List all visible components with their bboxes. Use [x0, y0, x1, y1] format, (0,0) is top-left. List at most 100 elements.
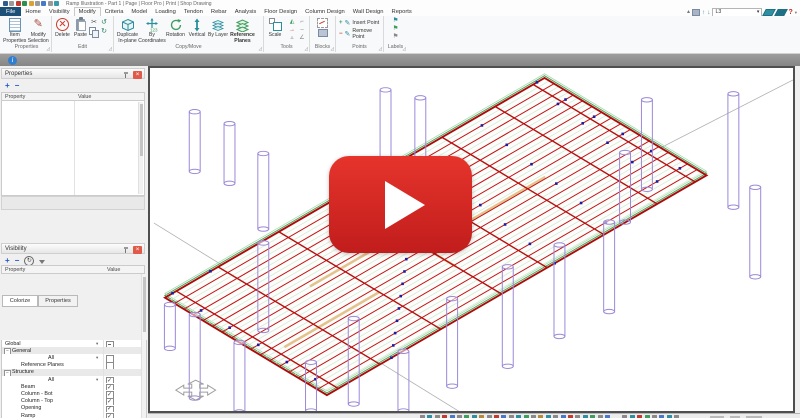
- add-property-button[interactable]: +: [5, 81, 10, 90]
- undo-icon[interactable]: ↺: [101, 18, 107, 26]
- quick-access-icon[interactable]: [22, 1, 27, 6]
- row-label: General: [12, 348, 31, 354]
- visibility-row-ramp[interactable]: Ramp: [2, 412, 144, 418]
- mirror-icon[interactable]: ◭: [288, 18, 296, 26]
- dialog-launcher-icon[interactable]: ◿: [259, 46, 262, 51]
- redo-icon[interactable]: ↻: [101, 27, 107, 35]
- insert-point-button[interactable]: + ✎ Insert Point: [339, 17, 379, 28]
- reference-planes-icon: [235, 17, 250, 32]
- label-tag-icon[interactable]: ⚑: [393, 25, 399, 33]
- quick-access-icon[interactable]: [41, 1, 46, 6]
- label-tag-icon[interactable]: ⚑: [393, 33, 399, 41]
- tab-tendon[interactable]: Tendon: [180, 7, 207, 16]
- properties-panel-header[interactable]: Properties ×: [1, 68, 145, 79]
- properties-footer: [1, 196, 145, 210]
- pin-icon[interactable]: [123, 247, 128, 253]
- block-icon[interactable]: [318, 29, 328, 37]
- quick-access-icon[interactable]: [3, 1, 8, 6]
- scale-button[interactable]: Scale: [265, 17, 285, 39]
- tab-column-design[interactable]: Column Design: [301, 7, 349, 16]
- visibility-panel-header[interactable]: Visibility ×: [1, 243, 145, 254]
- paste-button[interactable]: Paste: [72, 17, 89, 39]
- reference-planes-button[interactable]: Reference Planes: [229, 17, 256, 44]
- dialog-launcher-icon[interactable]: ◿: [109, 46, 112, 51]
- cut-icon[interactable]: ✂: [91, 18, 97, 26]
- remove-property-button[interactable]: −: [15, 81, 20, 90]
- remove-filter-button[interactable]: −: [15, 256, 20, 265]
- tab-rebar[interactable]: Rebar: [207, 7, 231, 16]
- drawing-canvas[interactable]: [148, 66, 795, 413]
- tab-reports[interactable]: Reports: [388, 7, 416, 16]
- vertical-button[interactable]: Vertical: [187, 17, 207, 39]
- message-bar: i: [0, 54, 800, 66]
- group-caption: Points: [352, 44, 366, 50]
- tab-visibility[interactable]: Visibility: [45, 7, 74, 16]
- rotation-button[interactable]: Rotation: [164, 17, 187, 39]
- column-header-value: Value: [107, 267, 120, 273]
- scrollbar[interactable]: [138, 102, 143, 194]
- dialog-launcher-icon[interactable]: ◿: [305, 46, 308, 51]
- refresh-icon[interactable]: ↻: [24, 256, 34, 266]
- visibility-checkbox[interactable]: [106, 413, 114, 418]
- delete-button[interactable]: Delete: [53, 17, 72, 39]
- properties-grid[interactable]: [1, 101, 145, 196]
- tab-colorize[interactable]: Colorize: [2, 295, 38, 307]
- quick-access-icon[interactable]: [29, 1, 34, 6]
- tab-analysis[interactable]: Analysis: [231, 7, 261, 16]
- scrollbar-thumb[interactable]: [143, 277, 146, 332]
- tab-model[interactable]: Model: [127, 7, 151, 16]
- tab-loading[interactable]: Loading: [151, 7, 180, 16]
- row-label: All: [48, 377, 54, 383]
- corner-line-icon[interactable]: ⌐: [298, 18, 306, 26]
- chevron-down-icon[interactable]: ▾: [96, 341, 98, 347]
- info-icon[interactable]: i: [8, 56, 17, 65]
- dialog-launcher-icon[interactable]: ◿: [331, 46, 334, 51]
- quick-access-icon[interactable]: [48, 1, 53, 6]
- add-filter-button[interactable]: +: [5, 256, 10, 265]
- pin-icon[interactable]: [123, 72, 128, 78]
- tab-wall-design[interactable]: Wall Design: [349, 7, 388, 16]
- row-label: Column - Top: [21, 398, 53, 404]
- svg-text:123: 123: [150, 27, 158, 32]
- youtube-play-button[interactable]: [329, 156, 472, 253]
- chevron-down-icon[interactable]: ▾: [96, 355, 98, 361]
- filter-icon[interactable]: [39, 260, 45, 264]
- ribbon-group-tools: Scale ◭ ⌐ → – ▵ ∠ Tools ◿: [264, 16, 310, 52]
- quick-access-icon[interactable]: [54, 1, 59, 6]
- scrollbar[interactable]: [141, 274, 146, 418]
- quick-access-icon[interactable]: [35, 1, 40, 6]
- level-value: L3: [715, 9, 721, 15]
- angle-icon[interactable]: ∠: [298, 34, 306, 42]
- triangle-icon[interactable]: ▵: [288, 34, 296, 42]
- close-panel-button[interactable]: ×: [133, 71, 142, 79]
- plane-view-icon-2[interactable]: [775, 9, 789, 16]
- by-coordinates-button[interactable]: 123 By Coordinates: [140, 17, 164, 44]
- quick-access-icon[interactable]: [9, 1, 14, 6]
- row-label: Opening: [21, 405, 41, 411]
- properties-toolbar: + −: [2, 80, 147, 91]
- dialog-launcher-icon[interactable]: ◿: [47, 46, 50, 51]
- dialog-launcher-icon[interactable]: ◿: [379, 46, 382, 51]
- scrollbar-thumb[interactable]: [140, 104, 143, 156]
- tab-properties[interactable]: Properties: [38, 295, 78, 307]
- block-grid-icon[interactable]: [317, 18, 328, 28]
- tab-criteria[interactable]: Criteria: [101, 7, 128, 16]
- dash-icon[interactable]: –: [298, 26, 306, 34]
- item-properties-button[interactable]: Item Properties: [3, 17, 27, 44]
- tab-file[interactable]: File: [0, 7, 21, 16]
- label-tag-icon[interactable]: ⚑: [393, 17, 399, 25]
- duplicate-in-plane-button[interactable]: Duplicate In-plane: [115, 17, 140, 44]
- modify-selection-button[interactable]: ✎ Modify Selection: [27, 17, 51, 44]
- tab-floor-design[interactable]: Floor Design: [260, 7, 301, 16]
- close-panel-button[interactable]: ×: [133, 246, 142, 254]
- quick-access-icon[interactable]: [16, 1, 21, 6]
- by-layer-button[interactable]: By Layer: [207, 17, 229, 39]
- visibility-tree[interactable]: ▾Global−General▾AllReference Planes−Stru…: [1, 340, 147, 418]
- remove-point-button[interactable]: − ✎ Remove Point: [339, 28, 382, 39]
- dialog-launcher-icon[interactable]: ◿: [403, 46, 406, 51]
- tab-home[interactable]: Home: [21, 7, 44, 16]
- copy-icon[interactable]: [89, 27, 99, 37]
- stretch-arrow-icon[interactable]: →: [288, 26, 296, 34]
- cube-view-icon[interactable]: [692, 9, 700, 16]
- chevron-down-icon[interactable]: ▾: [96, 377, 98, 383]
